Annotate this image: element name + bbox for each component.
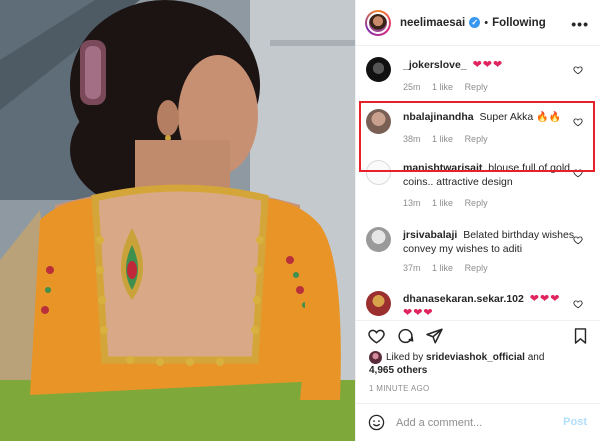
likes-prefix: Liked by xyxy=(386,352,424,364)
post-photo xyxy=(0,0,355,441)
comment-username[interactable]: _jokerslove_ xyxy=(403,59,467,71)
author-avatar-image xyxy=(367,11,389,34)
photo-illustration xyxy=(0,0,355,441)
instagram-post-view: neelimaesai ✓ • Following ••• _jokerslov… xyxy=(0,0,600,441)
comment-icon[interactable] xyxy=(396,327,415,345)
comment-text: dhanasekaran.sekar.102 ❤❤❤ ❤❤❤ xyxy=(403,292,575,319)
comment-time: 13m xyxy=(403,198,421,208)
likes-summary: Liked by srideviashok_official and 4,965… xyxy=(369,351,544,377)
verified-icon: ✓ xyxy=(469,17,481,28)
comment-username[interactable]: dhanasekaran.sekar.102 xyxy=(403,293,524,305)
comment-hearts-line2: ❤❤❤ xyxy=(403,307,434,319)
comment-reply[interactable]: Reply xyxy=(465,82,488,92)
add-comment-bar: Post xyxy=(356,403,600,441)
liker-username[interactable]: srideviashok_official xyxy=(426,352,525,363)
header-separator: • xyxy=(484,16,489,29)
comment-likes[interactable]: 1 like xyxy=(432,198,453,208)
comment-meta: 25m 1 like Reply xyxy=(403,82,497,92)
comment-hearts: ❤❤❤ xyxy=(472,59,504,71)
comment-avatar[interactable] xyxy=(366,291,391,316)
more-options-icon[interactable]: ••• xyxy=(571,16,589,32)
likes-others-count[interactable]: 4,965 others xyxy=(369,365,427,376)
comment-hearts: ❤❤❤ xyxy=(529,293,561,305)
bookmark-icon[interactable] xyxy=(572,327,589,345)
comment-meta: 13m 1 like Reply xyxy=(403,198,497,208)
comment-text: _jokerslove_ ❤❤❤ xyxy=(403,58,575,72)
comment-like-heart-icon[interactable] xyxy=(573,299,583,309)
heart-icon[interactable] xyxy=(367,327,386,345)
comment-avatar[interactable] xyxy=(366,57,391,82)
comments-list: _jokerslove_ ❤❤❤ 25m 1 like Reply nbalaj… xyxy=(356,47,600,319)
comment-time: 25m xyxy=(403,82,421,92)
share-icon[interactable] xyxy=(425,327,444,345)
comment-like-heart-icon[interactable] xyxy=(573,65,583,75)
comment-input[interactable] xyxy=(396,414,546,432)
comment-text: jrsivabalaji Belated birthday wishes con… xyxy=(403,228,575,256)
comment-likes[interactable]: 1 like xyxy=(432,82,453,92)
following-button[interactable]: Following xyxy=(492,17,546,29)
post-timestamp: 1 MINUTE AGO xyxy=(369,384,430,393)
likes-and: and xyxy=(527,352,545,364)
comment-time: 37m xyxy=(403,263,421,273)
comment-meta: 37m 1 like Reply xyxy=(403,263,497,273)
comment-avatar[interactable] xyxy=(366,227,391,252)
post-comment-button[interactable]: Post xyxy=(563,416,587,428)
comment-like-heart-icon[interactable] xyxy=(573,235,583,245)
comment-reply[interactable]: Reply xyxy=(465,263,488,273)
comment-highlight-box xyxy=(359,101,595,172)
post-header: neelimaesai ✓ • Following ••• xyxy=(356,0,600,46)
comment-likes[interactable]: 1 like xyxy=(432,263,453,273)
comment-username[interactable]: jrsivabalaji xyxy=(403,229,457,241)
liker-avatar[interactable] xyxy=(369,351,382,364)
comment-reply[interactable]: Reply xyxy=(465,198,488,208)
emoji-icon[interactable] xyxy=(368,414,385,431)
action-bar xyxy=(356,320,600,350)
author-username[interactable]: neelimaesai xyxy=(400,17,465,29)
post-panel: neelimaesai ✓ • Following ••• _jokerslov… xyxy=(355,0,600,441)
author-avatar[interactable] xyxy=(365,9,391,36)
